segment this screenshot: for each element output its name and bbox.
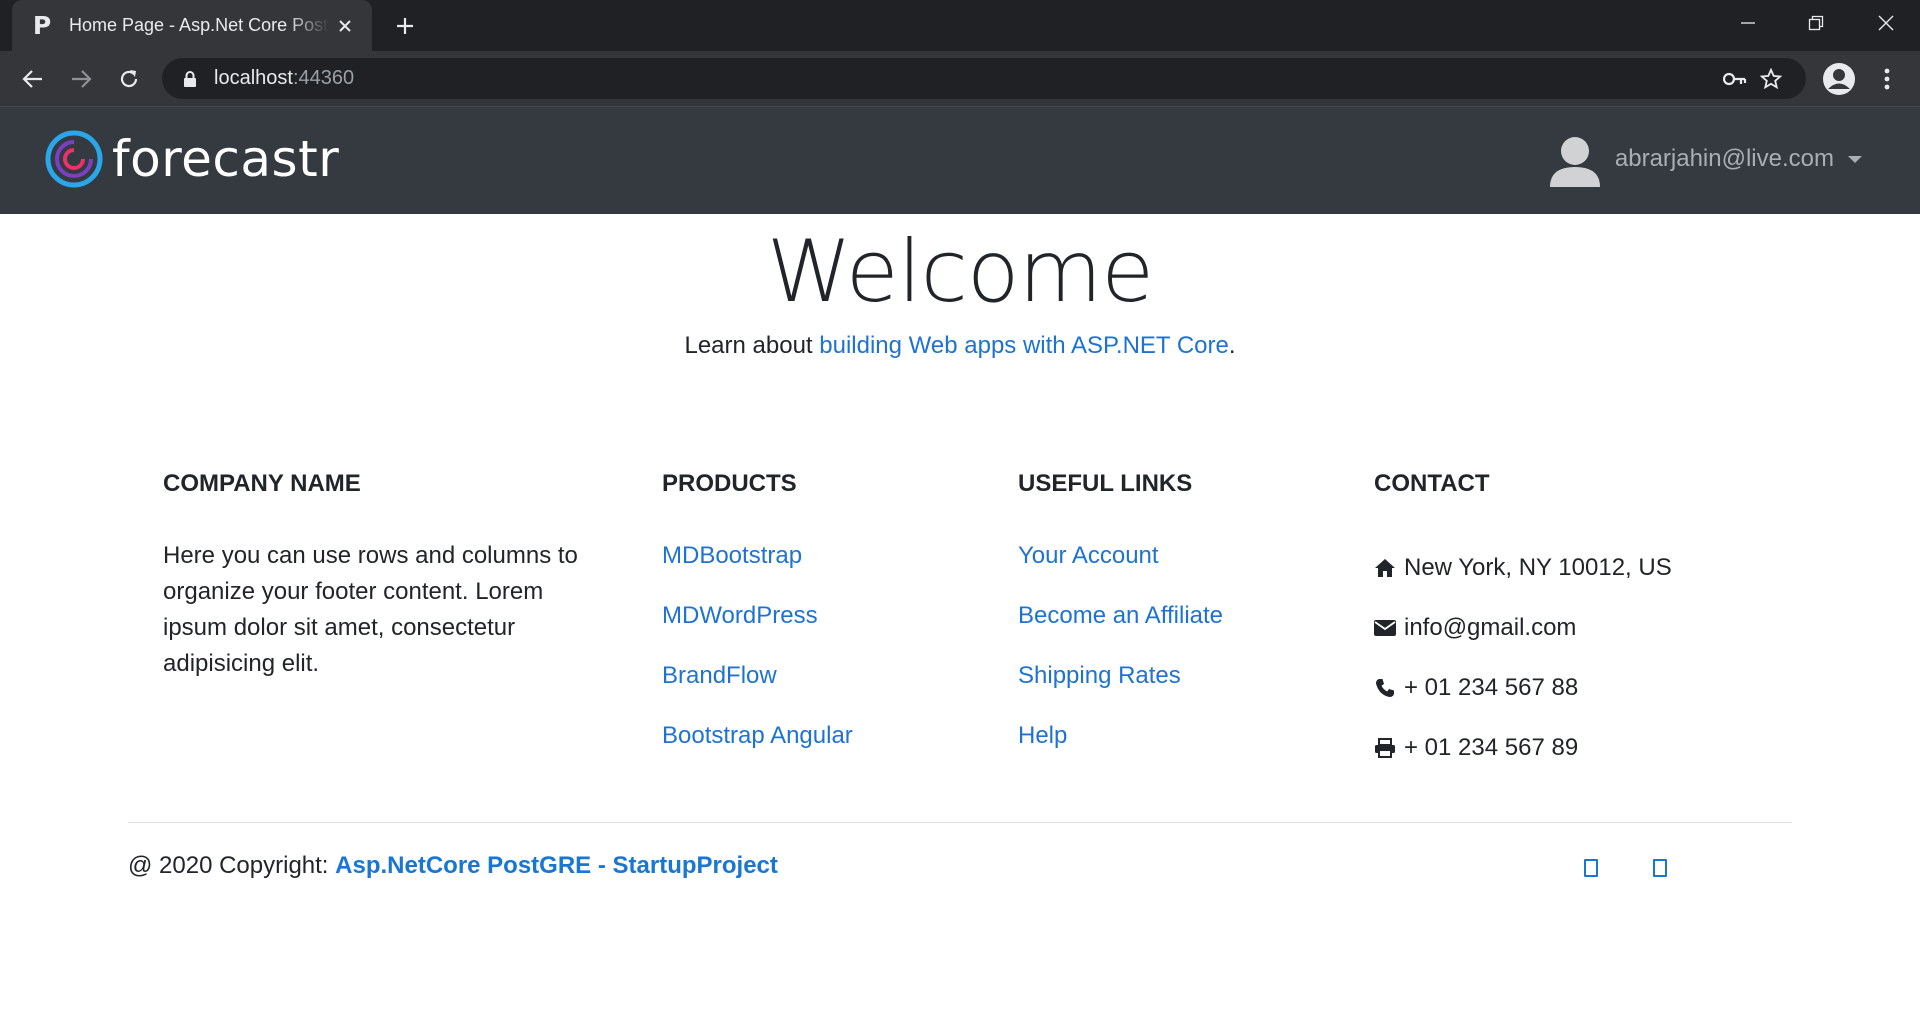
reload-icon[interactable] [114, 64, 144, 94]
back-arrow-icon[interactable] [18, 64, 48, 94]
phone-icon [1374, 677, 1396, 699]
restore-icon[interactable] [1782, 0, 1850, 45]
contact-address: New York, NY 10012, US [1374, 538, 1672, 598]
profile-icon[interactable] [1822, 62, 1856, 96]
avatar [1549, 137, 1600, 187]
contact-fax: + 01 234 567 89 [1374, 718, 1672, 778]
tab-title: Home Page - Asp.Net Core PostGRE [69, 15, 329, 35]
footer-company: COMPANY NAME Here you can use rows and c… [163, 470, 583, 682]
product-link-mdwordpress[interactable]: MDWordPress [662, 602, 818, 629]
plus-icon[interactable] [390, 11, 420, 41]
star-icon[interactable] [1758, 66, 1784, 92]
footer-contact: CONTACT New York, NY 10012, US info@gmai… [1374, 470, 1672, 778]
brand-link[interactable]: forecastr [44, 129, 339, 189]
footer-products: PRODUCTS MDBootstrap MDWordPress BrandFl… [662, 470, 853, 778]
contact-phone: + 01 234 567 88 [1374, 658, 1672, 718]
copyright-link[interactable]: Asp.NetCore PostGRE - StartupProject [335, 852, 778, 879]
product-link-bootstrap-angular[interactable]: Bootstrap Angular [662, 722, 853, 749]
close-window-icon[interactable] [1852, 0, 1920, 45]
learn-text: Learn about building Web apps with ASP.N… [684, 332, 1236, 359]
product-link-brandflow[interactable]: BrandFlow [662, 662, 777, 689]
address-bar[interactable]: localhost:44360 [162, 58, 1806, 99]
product-link-mdbootstrap[interactable]: MDBootstrap [662, 542, 802, 569]
minimize-icon[interactable] [1714, 0, 1782, 45]
browser-tab-active[interactable]: P Home Page - Asp.Net Core PostGRE [12, 0, 372, 51]
footer-heading-contact: CONTACT [1374, 470, 1490, 497]
aspnet-docs-link[interactable]: building Web apps with ASP.NET Core [819, 332, 1229, 359]
browser-toolbar: localhost:44360 [0, 51, 1920, 106]
footer-useful-links: USEFUL LINKS Your Account Become an Affi… [1018, 470, 1223, 778]
chevron-down-icon [1848, 155, 1862, 163]
link-shipping-rates[interactable]: Shipping Rates [1018, 662, 1181, 689]
user-email: abrarjahin@live.com [1614, 145, 1834, 172]
lock-icon[interactable] [180, 69, 200, 89]
link-help[interactable]: Help [1018, 722, 1067, 749]
footer-heading-company: COMPANY NAME [163, 470, 361, 497]
footer-heading-products: PRODUCTS [662, 470, 797, 497]
app-navbar: forecastr abrarjahin@live.com [0, 106, 1920, 214]
forward-arrow-icon[interactable] [66, 64, 96, 94]
footer-company-text: Here you can use rows and columns to org… [163, 542, 578, 677]
page-title: Welcome [766, 222, 1154, 322]
brand-name: forecastr [112, 130, 340, 188]
copyright: @ 2020 Copyright: Asp.NetCore PostGRE - … [128, 852, 778, 879]
footer-divider [128, 822, 1792, 823]
favicon-icon: P [32, 11, 52, 40]
url-text: localhost:44360 [214, 67, 355, 89]
key-icon[interactable] [1722, 66, 1748, 92]
footer-heading-useful-links: USEFUL LINKS [1018, 470, 1193, 497]
home-icon [1374, 557, 1396, 579]
envelope-icon [1374, 617, 1396, 639]
social-icon-placeholder-1[interactable] [1584, 859, 1598, 877]
browser-tabbar: P Home Page - Asp.Net Core PostGRE [0, 0, 1920, 51]
printer-icon [1374, 737, 1396, 759]
user-dropdown[interactable]: abrarjahin@live.com [1547, 131, 1862, 187]
link-your-account[interactable]: Your Account [1018, 542, 1159, 569]
social-icon-placeholder-2[interactable] [1653, 859, 1667, 877]
contact-email: info@gmail.com [1374, 598, 1672, 658]
link-become-affiliate[interactable]: Become an Affiliate [1018, 602, 1223, 629]
kebab-menu-icon[interactable] [1872, 64, 1902, 94]
forecastr-logo-icon [45, 130, 103, 188]
close-icon[interactable] [332, 13, 358, 39]
